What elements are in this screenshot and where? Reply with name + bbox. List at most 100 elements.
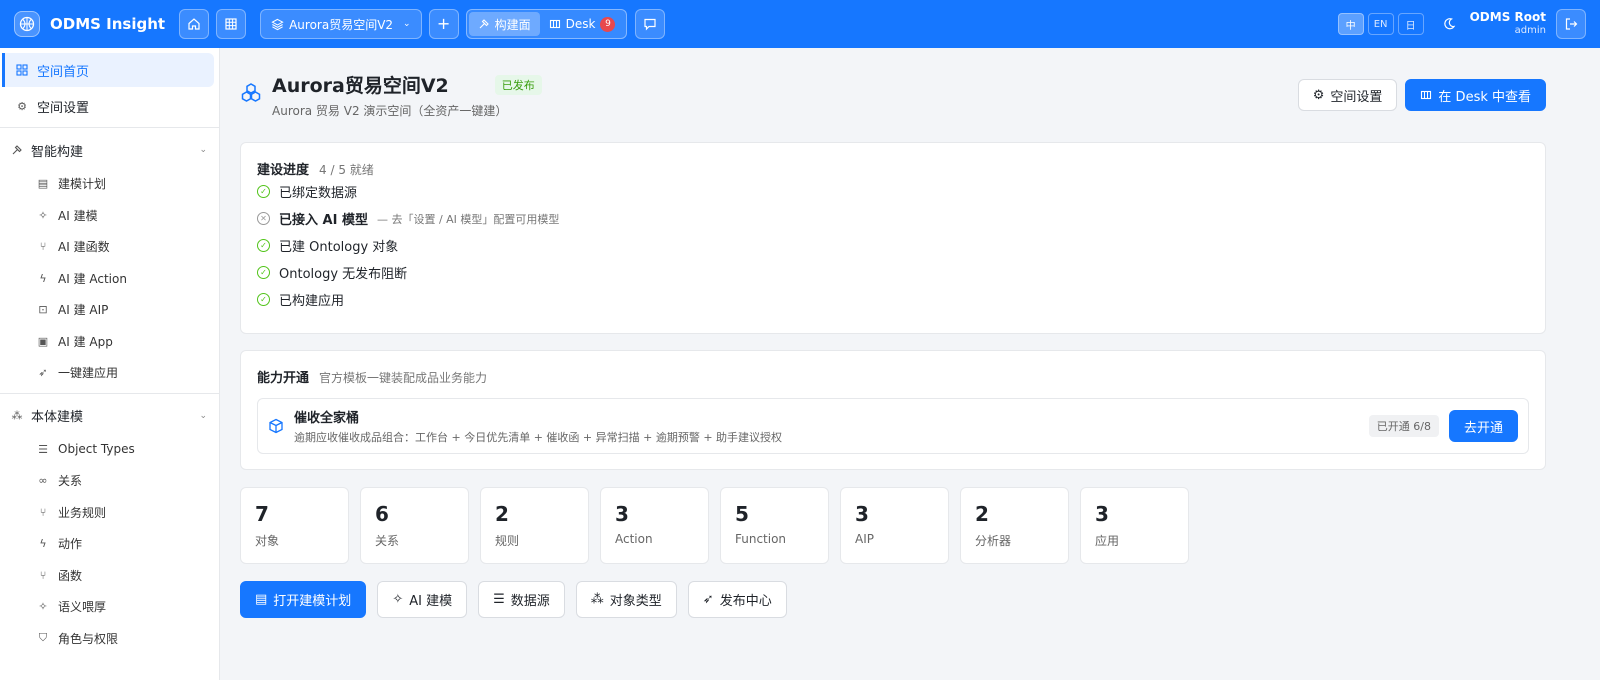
sidebar-item-ai-aip[interactable]: ⊡ AI 建 AIP xyxy=(0,294,219,326)
capability-subtitle: 官方模板一键装配成品业务能力 xyxy=(319,371,488,385)
progress-item-label: 已绑定数据源 xyxy=(279,186,358,201)
stat-value: 7 xyxy=(255,502,269,526)
shield-icon: ⛉ xyxy=(38,631,48,645)
view-in-desk-button[interactable]: 在 Desk 中查看 xyxy=(1405,79,1546,111)
sidebar-group-ontology[interactable]: ⁂ 本体建模 ⌄ xyxy=(0,398,208,434)
chat-button[interactable] xyxy=(635,9,666,39)
grid-icon xyxy=(225,18,237,30)
gear-icon: ⚙ xyxy=(1312,87,1325,103)
home-button[interactable] xyxy=(179,9,210,39)
sidebar-item-modeling-plan[interactable]: ▤ 建模计划 xyxy=(0,168,219,200)
user-info[interactable]: ODMS Root admin xyxy=(1470,10,1546,38)
stat-value: 3 xyxy=(615,502,629,526)
view-in-desk-label: 在 Desk 中查看 xyxy=(1438,89,1531,105)
sidebar-item-label: 业务规则 xyxy=(58,505,107,520)
space-selector[interactable]: Aurora贸易空间V2 ⌄ xyxy=(260,9,422,39)
cubes-icon: ⁂ xyxy=(11,409,23,422)
progress-item: ✓ Ontology 无发布阻断 xyxy=(257,259,1529,286)
sidebar-item-ai-action[interactable]: ϟ AI 建 Action xyxy=(0,263,219,295)
mode-build-tab[interactable]: 构建面 xyxy=(468,12,540,36)
progress-item-hint[interactable]: — 去「设置 / AI 模型」配置可用模型 xyxy=(377,211,559,227)
lang-zh-button[interactable]: 中 xyxy=(1337,13,1364,35)
sidebar-item-ai-function[interactable]: ⑂ AI 建函数 xyxy=(0,231,219,263)
apps-grid-button[interactable] xyxy=(216,9,247,39)
progress-item: ✓ 已构建应用 xyxy=(257,286,1529,313)
desk-icon xyxy=(549,19,560,29)
branch-icon: ⑂ xyxy=(39,240,47,254)
sidebar-item-settings[interactable]: ⚙ 空间设置 xyxy=(2,89,214,123)
chevron-down-icon: ⌄ xyxy=(199,145,207,155)
sidebar-item-label: AI 建 App xyxy=(58,334,113,349)
sidebar-item-ai-app[interactable]: ▣ AI 建 App xyxy=(0,326,219,358)
stat-label: Action xyxy=(615,532,653,546)
stat-label: 关系 xyxy=(375,534,400,548)
space-selector-label: Aurora贸易空间V2 xyxy=(289,17,394,32)
desk-icon xyxy=(1421,90,1432,100)
progress-summary: 4 / 5 就绪 xyxy=(319,163,374,177)
gear-icon: ⚙ xyxy=(17,99,27,113)
sidebar-item-business-rules[interactable]: ⑂ 业务规则 xyxy=(0,497,219,529)
progress-item-label: 已构建应用 xyxy=(279,294,345,309)
check-circle-icon: ✓ xyxy=(257,293,270,306)
mode-desk-tab[interactable]: Desk 9 xyxy=(540,12,625,36)
chat-icon xyxy=(644,18,657,31)
progress-item-label: 已接入 AI 模型 xyxy=(279,213,368,228)
sidebar-item-relations[interactable]: ∞ 关系 xyxy=(0,465,219,497)
button-label: 打开建模计划 xyxy=(273,594,352,609)
stat-card-aip[interactable]: 3 AIP xyxy=(840,487,949,564)
enable-capability-button[interactable]: 去开通 xyxy=(1448,410,1518,442)
lang-en-button[interactable]: EN xyxy=(1367,13,1394,35)
open-modeling-plan-button[interactable]: ▤ 打开建模计划 xyxy=(240,581,367,618)
page-subtitle: Aurora 贸易 V2 演示空间（全资产一键建） xyxy=(272,104,508,118)
stat-card-objects[interactable]: 7 对象 xyxy=(240,487,349,564)
stat-value: 3 xyxy=(1095,502,1109,526)
button-label: AI 建模 xyxy=(409,594,453,609)
sidebar-item-home[interactable]: 空间首页 xyxy=(2,53,214,87)
quick-actions: ▤ 打开建模计划 ✧ AI 建模 ☰ 数据源 ⁂ 对象类型 ➶ 发布中心 xyxy=(240,581,1580,618)
add-space-button[interactable]: + xyxy=(428,9,459,39)
robot-icon: ⊡ xyxy=(38,303,48,317)
page-title: Aurora贸易空间V2 xyxy=(272,75,449,97)
stat-value: 2 xyxy=(975,502,989,526)
sidebar-item-label: AI 建 AIP xyxy=(58,303,109,318)
publish-center-button[interactable]: ➶ 发布中心 xyxy=(687,581,787,618)
stat-card-analyzers[interactable]: 2 分析器 xyxy=(960,487,1069,564)
sidebar-item-roles-permissions[interactable]: ⛉ 角色与权限 xyxy=(0,623,219,655)
sidebar-item-functions[interactable]: ⑂ 函数 xyxy=(0,560,219,592)
sidebar-item-actions[interactable]: ϟ 动作 xyxy=(0,528,219,560)
sidebar-item-label: Object Types xyxy=(58,442,135,457)
stat-card-apps[interactable]: 3 应用 xyxy=(1080,487,1189,564)
lang-ja-button[interactable]: 日 xyxy=(1397,13,1424,35)
brand-name[interactable]: ODMS Insight xyxy=(50,15,165,33)
space-settings-button[interactable]: ⚙ 空间设置 xyxy=(1297,79,1398,111)
sidebar-item-object-types[interactable]: ☰ Object Types xyxy=(0,434,219,466)
datasource-button[interactable]: ☰ 数据源 xyxy=(478,581,565,618)
sidebar-item-label: 关系 xyxy=(58,474,83,489)
stat-card-actions[interactable]: 3 Action xyxy=(600,487,709,564)
x-circle-icon: ✕ xyxy=(257,212,270,225)
plus-icon: + xyxy=(436,14,451,33)
stats-row: 7 对象 6 关系 2 规则 3 Action 5 Function 3 AIP 2 分析器 … xyxy=(240,487,1580,564)
logo-icon[interactable] xyxy=(14,11,40,37)
sidebar-group-build[interactable]: 智能构建 ⌄ xyxy=(0,132,207,168)
ai-modeling-button[interactable]: ✧ AI 建模 xyxy=(377,581,468,618)
user-role: admin xyxy=(1514,25,1546,36)
stat-card-rules[interactable]: 2 规则 xyxy=(480,487,589,564)
sidebar-item-label: AI 建函数 xyxy=(58,240,110,255)
sparkle-icon: ✧ xyxy=(38,600,48,614)
sidebar-item-ai-modeling[interactable]: ✧ AI 建模 xyxy=(0,200,219,232)
stat-value: 5 xyxy=(735,502,749,526)
sidebar-item-one-click-app[interactable]: ➶ 一键建应用 xyxy=(0,357,219,389)
logout-button[interactable] xyxy=(1556,9,1586,39)
capability-title: 能力开通 xyxy=(257,371,310,386)
stat-card-relations[interactable]: 6 关系 xyxy=(360,487,469,564)
sidebar-item-semantic-feed[interactable]: ✧ 语义喂厚 xyxy=(0,591,219,623)
object-types-button[interactable]: ⁂ 对象类型 xyxy=(575,581,677,618)
stat-card-functions[interactable]: 5 Function xyxy=(720,487,829,564)
sidebar-divider xyxy=(0,392,219,394)
status-badge: 已发布 xyxy=(494,74,542,95)
sidebar-group-label: 智能构建 xyxy=(31,144,84,160)
moon-icon[interactable] xyxy=(1442,17,1456,31)
document-icon: ▤ xyxy=(255,592,268,607)
stat-value: 2 xyxy=(495,502,509,526)
